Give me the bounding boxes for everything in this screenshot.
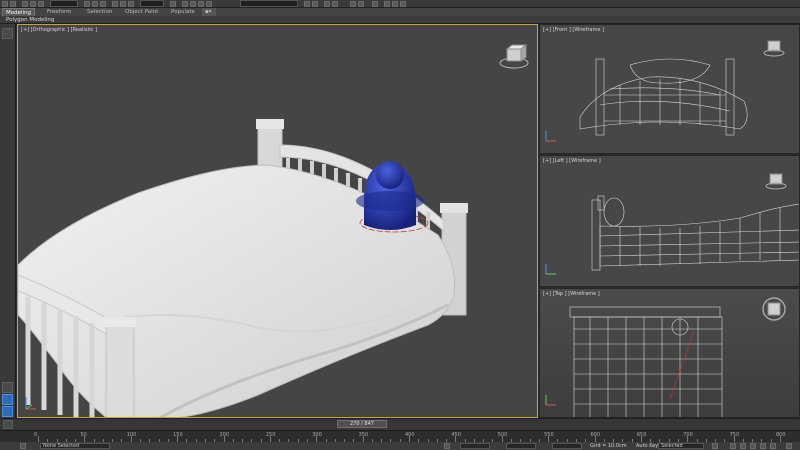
scene-explorer-icon[interactable]: [332, 1, 338, 7]
render-icon[interactable]: [400, 1, 406, 7]
select-by-name-icon[interactable]: [92, 1, 98, 7]
selection-status-field: None Selected: [40, 443, 110, 449]
left-viewport[interactable]: [+] [Left ] [Wireframe ]: [539, 155, 800, 287]
perspective-viewport[interactable]: [+] [Orthographic ] [Realistic ]: [17, 24, 538, 418]
snap-icon[interactable]: [182, 1, 188, 7]
redo-icon[interactable]: [10, 1, 16, 7]
previous-frame-icon[interactable]: [740, 443, 746, 449]
status-bar: None Selected Grid = 10.0cm Auto Key Sel…: [0, 442, 800, 450]
rendered-frame-icon[interactable]: [392, 1, 398, 7]
selection-status: None Selected: [43, 443, 80, 449]
perspective-scene: [18, 43, 529, 417]
selection-filter-dropdown[interactable]: [50, 0, 78, 7]
top-viewport[interactable]: [+] [Top ] [Wireframe ]: [539, 288, 800, 418]
zoom-extents-icon[interactable]: [786, 443, 792, 449]
auto-key-button[interactable]: Auto Key: [636, 442, 658, 450]
viewcube[interactable]: [499, 43, 529, 69]
track-tick-label: 0: [34, 432, 38, 438]
ribbon-panel: Polygon Modeling: [0, 16, 800, 24]
time-slider-bar: 270 / 847: [0, 418, 800, 430]
viewcube-left[interactable]: [765, 173, 787, 190]
front-viewport[interactable]: [+] [Front ] [Wireframe ]: [539, 24, 800, 154]
curve-editor-icon[interactable]: [350, 1, 356, 7]
material-editor-icon[interactable]: [372, 1, 378, 7]
lock-selection-icon[interactable]: [444, 443, 450, 449]
viewcube-top[interactable]: [762, 297, 786, 321]
angle-snap-icon[interactable]: [190, 1, 196, 7]
mirror-icon[interactable]: [304, 1, 310, 7]
bind-icon[interactable]: [38, 1, 44, 7]
key-filter-dropdown[interactable]: Selected: [658, 443, 704, 449]
scale-icon[interactable]: [128, 1, 134, 7]
rotate-icon[interactable]: [120, 1, 126, 7]
pivot-icon[interactable]: [170, 1, 176, 7]
viewport-label[interactable]: [+] [Top ] [Wireframe ]: [543, 291, 600, 297]
viewport-layout-icon[interactable]: [2, 382, 13, 393]
panel-label[interactable]: Polygon Modeling: [6, 16, 54, 24]
unlink-icon[interactable]: [30, 1, 36, 7]
next-frame-icon[interactable]: [760, 443, 766, 449]
move-icon[interactable]: [112, 1, 118, 7]
reference-coordinate-dropdown[interactable]: [140, 0, 164, 7]
go-to-start-icon[interactable]: [730, 443, 736, 449]
mini-curve-editor-icon[interactable]: [3, 420, 13, 429]
ribbon-tabs: Modeling Freeform Selection Object Paint…: [0, 8, 800, 16]
ribbon-options-icon[interactable]: ▪▾: [202, 8, 216, 16]
tab-freeform[interactable]: Freeform: [44, 8, 75, 16]
top-wireframe: [545, 297, 786, 417]
undo-icon[interactable]: [2, 1, 8, 7]
maxscript-icon[interactable]: [20, 443, 26, 449]
left-command-strip: [0, 24, 16, 420]
play-icon[interactable]: [750, 443, 756, 449]
x-coordinate-field[interactable]: [460, 443, 490, 449]
z-coordinate-field[interactable]: [552, 443, 582, 449]
y-coordinate-field[interactable]: [506, 443, 536, 449]
time-slider[interactable]: 270 / 847: [337, 420, 387, 428]
named-selection-sets-field[interactable]: [240, 0, 298, 7]
viewport-label[interactable]: [+] [Orthographic ] [Realistic ]: [21, 27, 97, 33]
maxscript-listener-icon[interactable]: [2, 394, 13, 405]
front-wireframe: [545, 40, 785, 142]
percent-snap-icon[interactable]: [198, 1, 204, 7]
spinner-snap-icon[interactable]: [206, 1, 212, 7]
tab-object-paint[interactable]: Object Paint: [122, 8, 161, 16]
align-icon[interactable]: [312, 1, 318, 7]
layout-tab-icon[interactable]: [2, 406, 13, 417]
key-filter-value: Selected: [661, 443, 683, 449]
grid-size-label: Grid = 10.0cm: [590, 443, 627, 449]
viewport-label[interactable]: [+] [Front ] [Wireframe ]: [543, 27, 604, 33]
tab-modeling[interactable]: Modeling: [2, 8, 36, 16]
tab-selection[interactable]: Selection: [84, 8, 115, 16]
viewport-label[interactable]: [+] [Left ] [Wireframe ]: [543, 158, 601, 164]
left-wireframe: [545, 173, 799, 275]
link-icon[interactable]: [22, 1, 28, 7]
render-setup-icon[interactable]: [384, 1, 390, 7]
rectangular-selection-icon[interactable]: [100, 1, 106, 7]
go-to-end-icon[interactable]: [770, 443, 776, 449]
tab-populate[interactable]: Populate: [168, 8, 198, 16]
select-object-icon[interactable]: [84, 1, 90, 7]
set-key-icon[interactable]: [712, 443, 718, 449]
schematic-view-icon[interactable]: [358, 1, 364, 7]
viewcube-front[interactable]: [763, 40, 785, 57]
track-bar[interactable]: 0 50 100 150 200 250 300 350 400 450 500 550 600 650 7…: [0, 430, 800, 442]
create-panel-icon[interactable]: [2, 28, 13, 39]
layer-explorer-icon[interactable]: [324, 1, 330, 7]
main-toolbar: [0, 0, 800, 8]
